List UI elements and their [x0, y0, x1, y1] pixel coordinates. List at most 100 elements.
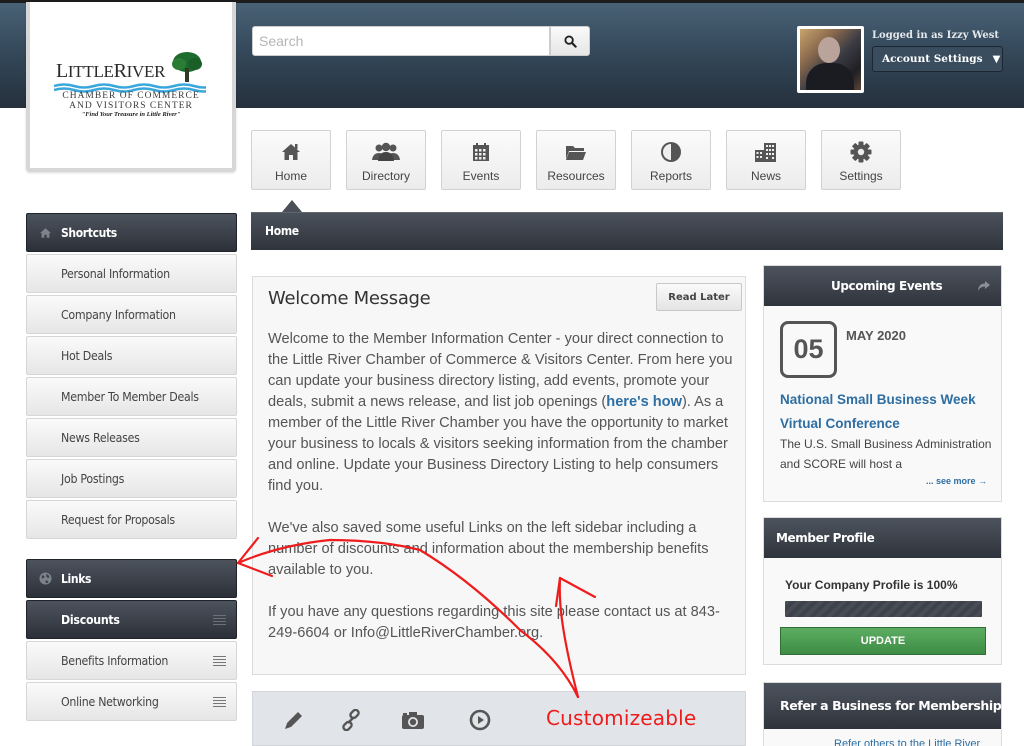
- nav-tile-resources[interactable]: Resources: [536, 130, 616, 190]
- home-icon: [39, 226, 52, 244]
- panel-title: Member Profile: [776, 531, 875, 545]
- sidebar-item-label: Request for Proposals: [61, 513, 175, 527]
- avatar-head: [818, 37, 840, 63]
- sidebar-item-label: Job Postings: [61, 472, 125, 486]
- sidebar-item-request-for-proposals[interactable]: Request for Proposals: [26, 500, 237, 539]
- welcome-paragraph-2: We've also saved some useful Links on th…: [268, 520, 709, 578]
- event-date-month: MAY 2020: [846, 328, 906, 343]
- folder-icon: [565, 141, 587, 163]
- nav-tile-news[interactable]: News: [726, 130, 806, 190]
- drag-handle-icon[interactable]: [213, 656, 226, 666]
- sidebar-item-label: Personal Information: [61, 267, 170, 281]
- panel-header: Member Profile: [764, 518, 1001, 558]
- avatar-body: [806, 63, 854, 90]
- sidebar-item-discounts[interactable]: Discounts: [26, 600, 237, 639]
- search-form: [252, 26, 590, 56]
- nav-tile-home[interactable]: Home: [251, 130, 331, 190]
- sidebar-item-label: Benefits Information: [61, 654, 169, 668]
- logo-line-1: CHAMBER OF COMMERCE: [62, 91, 200, 101]
- sidebar-header-label: Shortcuts: [61, 226, 117, 240]
- play-circle-icon[interactable]: [467, 708, 493, 732]
- nav-tile-directory[interactable]: Directory: [346, 130, 426, 190]
- sidebar-header-shortcuts[interactable]: Shortcuts: [26, 213, 237, 252]
- nav-tile-label: Directory: [361, 169, 410, 183]
- event-title-link[interactable]: National Small Business Week Virtual Con…: [780, 388, 995, 436]
- panel-header: Upcoming Events: [764, 266, 1001, 306]
- sidebar-item-news-releases[interactable]: News Releases: [26, 418, 237, 457]
- calendar-icon: [471, 141, 491, 163]
- sidebar-item-hot-deals[interactable]: Hot Deals: [26, 336, 237, 375]
- profile-progress-fill: [785, 601, 982, 617]
- gear-icon: [850, 141, 872, 163]
- welcome-paragraph-1: Welcome to the Member Information Center…: [268, 329, 738, 497]
- nav-tile-reports[interactable]: Reports: [631, 130, 711, 190]
- logo-card[interactable]: LITTLERIVER CHAMBER OF COMMERCE AND VISI…: [26, 2, 236, 172]
- search-input[interactable]: [252, 26, 550, 56]
- sidebar-item-label: Member To Member Deals: [61, 390, 199, 404]
- annotation-label: Customizeable: [546, 706, 697, 730]
- sidebar-item-member-to-member-deals[interactable]: Member To Member Deals: [26, 377, 237, 416]
- drag-handle-icon[interactable]: [213, 697, 226, 707]
- profile-progress-bar: [785, 601, 982, 617]
- heres-how-link[interactable]: here's how: [606, 394, 682, 410]
- refer-text-link[interactable]: Refer others to the Little River: [834, 738, 980, 746]
- nav-tile-label: News: [750, 169, 781, 183]
- event-description: The U.S. Small Business Administration a…: [780, 437, 992, 471]
- logo-tagline: "Find Your Treasure in Little River": [81, 111, 181, 118]
- caret-down-icon: ▼: [992, 53, 1001, 65]
- building-icon: [754, 141, 778, 163]
- link-icon[interactable]: [338, 708, 364, 732]
- sidebar-item-online-networking[interactable]: Online Networking: [26, 682, 237, 721]
- sidebar-item-personal-information[interactable]: Personal Information: [26, 254, 237, 293]
- logged-in-label: Logged in as Izzy West: [872, 30, 1000, 41]
- nav-tile-settings[interactable]: Settings: [821, 130, 901, 190]
- nav-tile-events[interactable]: Events: [441, 130, 521, 190]
- event-date-day: 05: [780, 321, 837, 378]
- sidebar-item-benefits-information[interactable]: Benefits Information: [26, 641, 237, 680]
- nav-tile-label: Home: [274, 169, 307, 183]
- logo-title: LITTLERIVER: [56, 60, 165, 83]
- sidebar-item-label: Discounts: [61, 613, 120, 627]
- page: Logged in as Izzy West Account Settings …: [0, 0, 1024, 746]
- chamber-logo: LITTLERIVER CHAMBER OF COMMERCE AND VISI…: [52, 50, 222, 125]
- read-later-button[interactable]: Read Later: [656, 283, 742, 311]
- drag-handle-icon[interactable]: [213, 615, 226, 625]
- sidebar-item-label: Company Information: [61, 308, 176, 322]
- welcome-panel: Welcome Message Read Later Welcome to th…: [252, 276, 746, 675]
- pencil-icon[interactable]: [281, 708, 307, 732]
- see-more-link[interactable]: ... see more →: [926, 476, 987, 486]
- search-icon: [563, 34, 577, 48]
- pie-chart-icon: [660, 141, 682, 163]
- sidebar-item-job-postings[interactable]: Job Postings: [26, 459, 237, 498]
- share-icon[interactable]: [977, 280, 991, 292]
- member-profile-panel: Member Profile Your Company Profile is 1…: [763, 517, 1002, 665]
- sidebar-item-label: News Releases: [61, 431, 140, 445]
- logo-name-initial: L: [56, 60, 68, 82]
- logo-name-rest: ITTLE: [67, 62, 114, 81]
- welcome-paragraph-3: If you have any questions regarding this…: [268, 604, 720, 641]
- user-avatar[interactable]: [797, 26, 864, 93]
- sidebar-item-company-information[interactable]: Company Information: [26, 295, 237, 334]
- nav-tile-label: Reports: [649, 169, 693, 183]
- panel-title: Refer a Business for Membership: [780, 698, 1002, 713]
- camera-icon[interactable]: [400, 708, 426, 732]
- nav-tile-label: Events: [462, 169, 500, 183]
- home-icon: [281, 141, 301, 163]
- sidebar-header-links[interactable]: Links: [26, 559, 237, 598]
- panel-title: Upcoming Events: [831, 279, 943, 293]
- active-nav-pointer: [282, 200, 302, 212]
- welcome-title: Welcome Message: [268, 288, 431, 309]
- search-button[interactable]: [550, 26, 590, 56]
- nav-tile-label: Resources: [547, 169, 605, 183]
- panel-header: Refer a Business for Membership: [764, 683, 1002, 729]
- upcoming-events-panel: Upcoming Events 05 MAY 2020 National Sma…: [763, 265, 1002, 502]
- account-settings-label: Account Settings: [882, 53, 983, 65]
- update-button[interactable]: UPDATE: [780, 627, 986, 655]
- sidebar-item-label: Hot Deals: [61, 349, 113, 363]
- account-settings-button[interactable]: Account Settings ▼: [872, 46, 1003, 72]
- profile-status-text: Your Company Profile is 100%: [785, 578, 958, 592]
- logo-name-rest-2: IVER: [126, 62, 166, 81]
- tree-icon: [172, 52, 202, 82]
- sidebar-item-label: Online Networking: [61, 695, 159, 709]
- logo-name-initial-2: R: [113, 60, 127, 82]
